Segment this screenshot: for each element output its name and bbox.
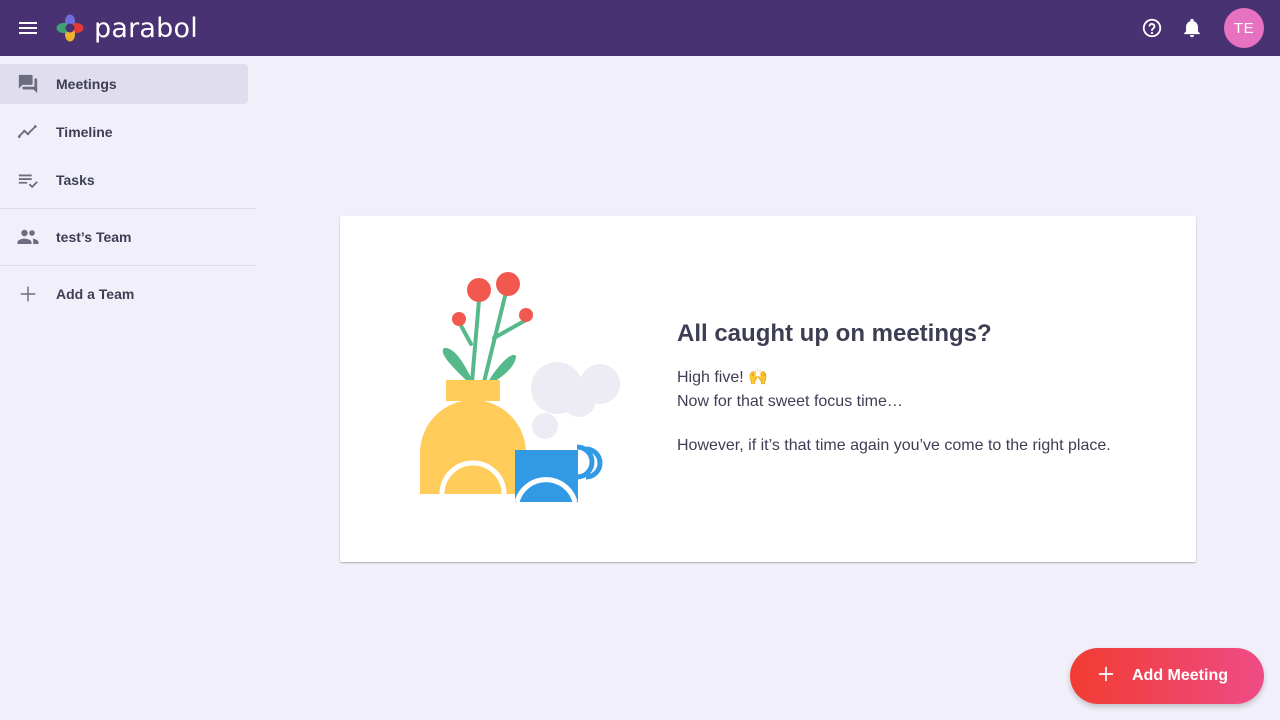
sidebar: Meetings Timeline Tasks test’s Team Add … bbox=[0, 56, 256, 720]
plus-icon bbox=[16, 282, 40, 306]
help-circle-icon[interactable] bbox=[1132, 8, 1172, 48]
empty-state-text: All caught up on meetings? High five! 🙌 … bbox=[677, 320, 1177, 458]
sidebar-item-add-team[interactable]: Add a Team bbox=[0, 274, 248, 314]
empty-state-card: All caught up on meetings? High five! 🙌 … bbox=[340, 216, 1196, 562]
add-meeting-label: Add Meeting bbox=[1132, 667, 1228, 684]
sidebar-divider bbox=[0, 265, 256, 266]
add-meeting-button[interactable]: Add Meeting bbox=[1070, 648, 1264, 704]
sidebar-item-timeline[interactable]: Timeline bbox=[0, 112, 248, 152]
empty-state-line-3: However, if it’s that time again you’ve … bbox=[677, 437, 1111, 454]
parabol-logo-icon bbox=[56, 14, 84, 42]
timeline-icon bbox=[16, 120, 40, 144]
sidebar-item-label: Timeline bbox=[56, 124, 113, 140]
group-icon bbox=[16, 225, 40, 249]
top-bar: parabol TE bbox=[0, 0, 1280, 56]
empty-state-line-1: High five! 🙌 bbox=[677, 369, 769, 386]
sidebar-divider bbox=[0, 208, 256, 209]
playlist-check-icon bbox=[16, 168, 40, 192]
sidebar-item-label: test’s Team bbox=[56, 229, 132, 245]
empty-state-title: All caught up on meetings? bbox=[677, 320, 992, 347]
plus-icon bbox=[1096, 664, 1116, 689]
logo-text: parabol bbox=[94, 12, 198, 44]
sidebar-item-meetings[interactable]: Meetings bbox=[0, 64, 248, 104]
empty-state-line-2: Now for that sweet focus time… bbox=[677, 393, 903, 410]
forum-icon bbox=[16, 72, 40, 96]
parabol-logo[interactable]: parabol bbox=[54, 12, 198, 44]
sidebar-item-label: Tasks bbox=[56, 172, 95, 188]
plant-and-mug-illustration bbox=[416, 270, 626, 506]
hamburger-menu-icon[interactable] bbox=[8, 8, 48, 48]
avatar[interactable]: TE bbox=[1224, 8, 1264, 48]
sidebar-item-tasks[interactable]: Tasks bbox=[0, 160, 248, 200]
sidebar-item-team[interactable]: test’s Team bbox=[0, 217, 248, 257]
bell-icon[interactable] bbox=[1172, 8, 1212, 48]
sidebar-item-label: Add a Team bbox=[56, 286, 135, 302]
sidebar-item-label: Meetings bbox=[56, 76, 117, 92]
